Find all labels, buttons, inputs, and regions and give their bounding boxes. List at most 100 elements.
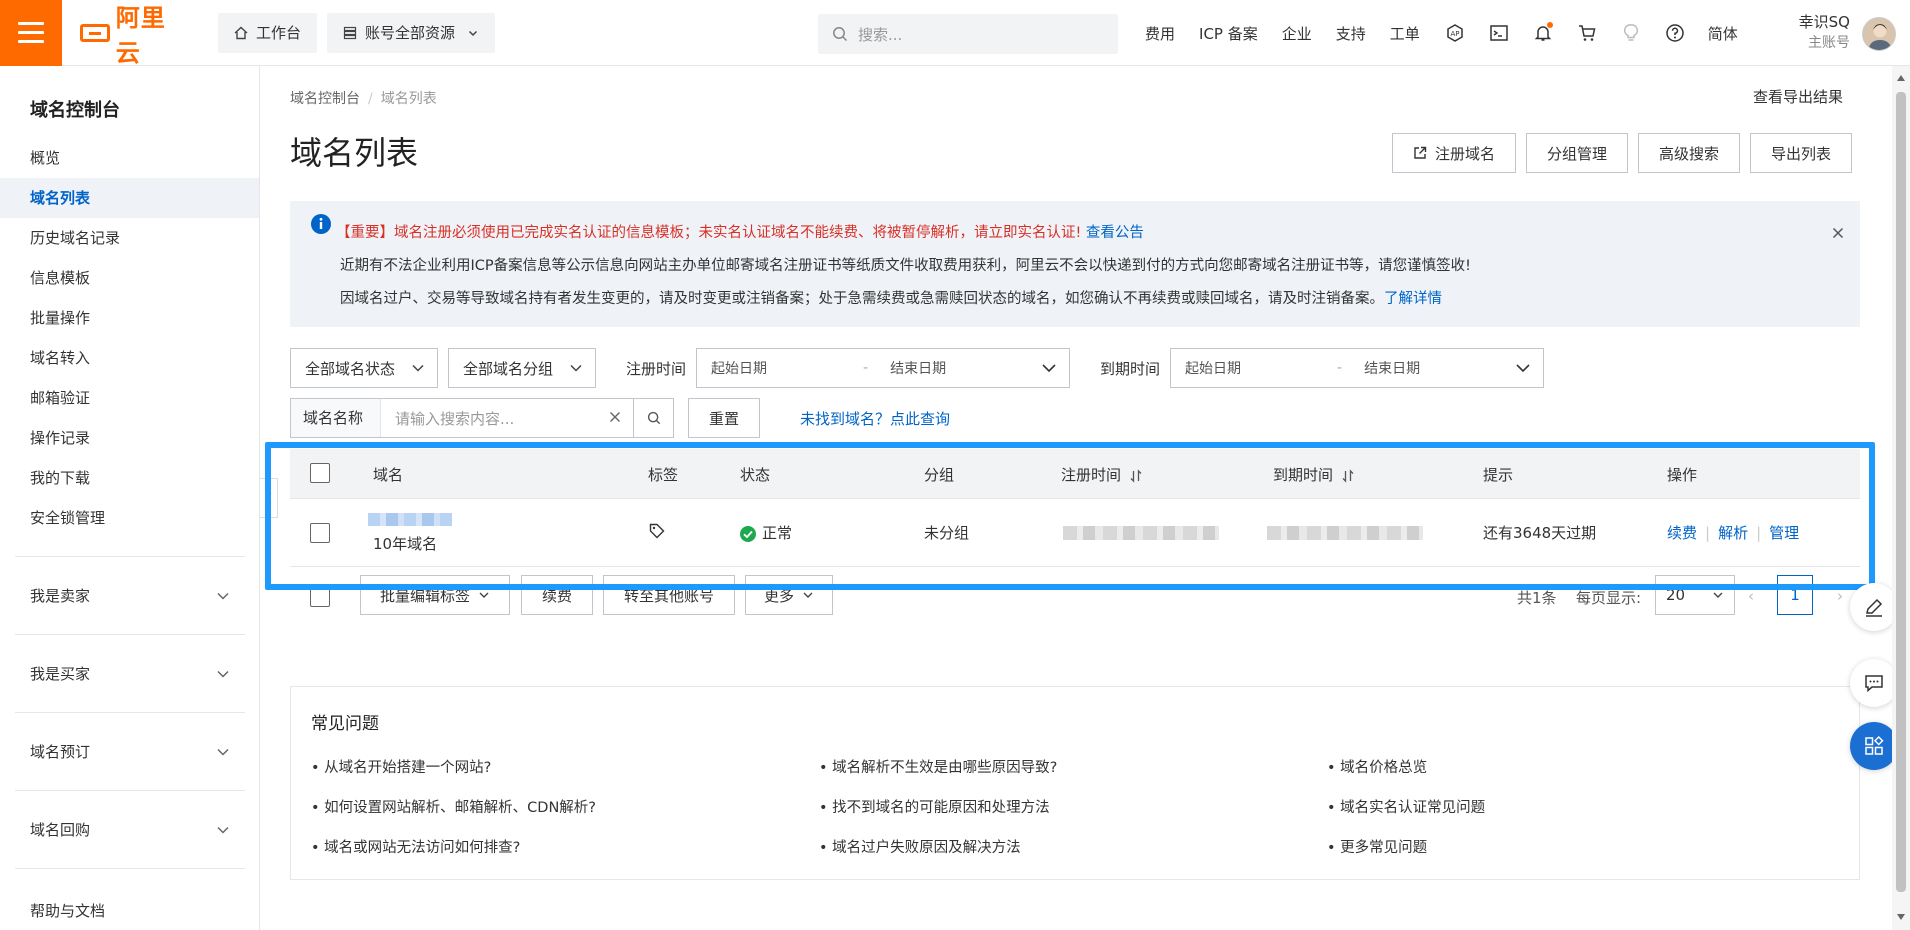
status-select[interactable]: 全部域名状态 bbox=[290, 348, 438, 388]
faq-item[interactable]: 域名解析不生效是由哪些原因导致? bbox=[819, 748, 1327, 788]
bulk-edit-tags-button[interactable]: 批量编辑标签 bbox=[360, 575, 510, 615]
chevron-down-icon bbox=[217, 670, 229, 678]
bulk-renew-button[interactable]: 续费 bbox=[521, 575, 593, 615]
sidebar-collapse-handle[interactable] bbox=[260, 478, 278, 518]
apps-grid-icon bbox=[1865, 735, 1884, 755]
ops-cell: 续费 | 解析 | 管理 bbox=[1667, 522, 1799, 543]
transfer-account-button[interactable]: 转至其他账号 bbox=[603, 575, 735, 615]
domain-search-button[interactable] bbox=[633, 399, 673, 437]
tag-icon[interactable] bbox=[648, 522, 666, 544]
export-list-button[interactable]: 导出列表 bbox=[1750, 133, 1853, 173]
learn-more-link[interactable]: 了解详情 bbox=[1384, 291, 1442, 307]
lightbulb-icon[interactable] bbox=[1620, 22, 1642, 44]
sidebar-group-reserve[interactable]: 域名预订 bbox=[15, 712, 245, 790]
chat-button[interactable] bbox=[1850, 659, 1898, 707]
help-docs-link[interactable]: 帮助与文档 bbox=[30, 900, 105, 921]
reg-start-date[interactable]: 起始日期 bbox=[711, 358, 767, 378]
domain-name-select[interactable]: 域名名称 bbox=[291, 399, 381, 437]
sidebar-group-buyer[interactable]: 我是买家 bbox=[15, 634, 245, 712]
export-result-link[interactable]: 查看导出结果 bbox=[1753, 86, 1843, 107]
workbench-button[interactable]: 工作台 bbox=[218, 12, 318, 53]
api-icon[interactable]: AP bbox=[1444, 22, 1466, 44]
cart-icon[interactable] bbox=[1576, 22, 1598, 44]
page-1-button[interactable]: 1 bbox=[1777, 575, 1813, 615]
global-search-input[interactable]: 搜索... bbox=[818, 14, 1118, 54]
reg-end-date[interactable]: 结束日期 bbox=[890, 358, 946, 378]
reset-button[interactable]: 重置 bbox=[688, 398, 760, 438]
domain-name-redacted[interactable] bbox=[368, 513, 452, 526]
sidebar-item-domain-list[interactable]: 域名列表 bbox=[0, 178, 259, 218]
bell-icon[interactable] bbox=[1532, 22, 1554, 44]
manage-link[interactable]: 管理 bbox=[1769, 524, 1799, 542]
faq-item[interactable]: 如何设置网站解析、邮箱解析、CDN解析? bbox=[311, 788, 819, 828]
bulk-select-checkbox[interactable] bbox=[310, 587, 330, 607]
edit-feedback-button[interactable] bbox=[1850, 583, 1898, 631]
dns-link[interactable]: 解析 bbox=[1718, 524, 1748, 542]
row-checkbox[interactable] bbox=[310, 523, 330, 543]
col-hint: 提示 bbox=[1483, 466, 1514, 484]
pencil-icon bbox=[1866, 598, 1883, 617]
scroll-thumb[interactable] bbox=[1896, 92, 1906, 892]
renew-link[interactable]: 续费 bbox=[1667, 524, 1697, 542]
faq-title: 常见问题 bbox=[311, 714, 379, 734]
sidebar-group-buyback[interactable]: 域名回购 bbox=[15, 790, 245, 868]
close-icon[interactable] bbox=[1832, 223, 1844, 244]
prev-page-icon[interactable]: ‹ bbox=[1748, 587, 1754, 605]
sidebar-item-history[interactable]: 历史域名记录 bbox=[0, 218, 259, 258]
next-page-icon[interactable]: › bbox=[1837, 587, 1843, 605]
sidebar-item-batch[interactable]: 批量操作 bbox=[0, 298, 259, 338]
view-announcement-link[interactable]: 查看公告 bbox=[1086, 225, 1144, 241]
aliyun-logo[interactable]: 阿里云 bbox=[80, 0, 190, 68]
sidebar-item-transfer-in[interactable]: 域名转入 bbox=[0, 338, 259, 378]
register-domain-button[interactable]: 注册域名 bbox=[1392, 133, 1517, 173]
select-all-checkbox[interactable] bbox=[310, 463, 330, 483]
sidebar-item-overview[interactable]: 概览 bbox=[0, 138, 259, 178]
terminal-icon[interactable] bbox=[1488, 22, 1510, 44]
top-link-ticket[interactable]: 工单 bbox=[1390, 23, 1420, 44]
exp-start-date[interactable]: 起始日期 bbox=[1185, 358, 1241, 378]
user-info[interactable]: 幸识SQ 主账号 bbox=[1770, 12, 1850, 54]
top-link-fees[interactable]: 费用 bbox=[1145, 23, 1175, 44]
clear-icon[interactable] bbox=[609, 411, 621, 423]
language-switch[interactable]: 简体 bbox=[1708, 23, 1738, 44]
breadcrumb-console[interactable]: 域名控制台 bbox=[290, 91, 360, 107]
help-icon[interactable] bbox=[1664, 22, 1686, 44]
domain-search-input[interactable]: 请输入搜索内容... bbox=[381, 408, 633, 429]
sidebar-item-security-lock[interactable]: 安全锁管理 bbox=[0, 498, 259, 538]
faq-item[interactable]: 域名价格总览 bbox=[1327, 748, 1835, 788]
per-page-label: 每页显示: bbox=[1576, 589, 1642, 607]
group-select[interactable]: 全部域名分组 bbox=[448, 348, 596, 388]
sidebar-item-downloads[interactable]: 我的下载 bbox=[0, 458, 259, 498]
top-link-icp[interactable]: ICP 备案 bbox=[1199, 23, 1258, 44]
exp-end-date[interactable]: 结束日期 bbox=[1364, 358, 1420, 378]
apps-button[interactable] bbox=[1850, 722, 1898, 770]
sidebar-item-email-verify[interactable]: 邮箱验证 bbox=[0, 378, 259, 418]
col-exp-time[interactable]: 到期时间 bbox=[1273, 464, 1355, 485]
group-manage-button[interactable]: 分组管理 bbox=[1526, 133, 1629, 173]
faq-item[interactable]: 域名或网站无法访问如何排查? bbox=[311, 828, 819, 868]
per-page-select[interactable]: 20 bbox=[1655, 575, 1735, 615]
top-link-support[interactable]: 支持 bbox=[1336, 23, 1366, 44]
reg-date-range[interactable]: 起始日期 - 结束日期 bbox=[696, 348, 1071, 388]
faq-item[interactable]: 域名实名认证常见问题 bbox=[1327, 788, 1835, 828]
faq-item[interactable]: 域名过户失败原因及解决方法 bbox=[819, 828, 1327, 868]
page-scrollbar[interactable] bbox=[1892, 66, 1910, 930]
faq-panel: 常见问题 从域名开始搭建一个网站? 域名解析不生效是由哪些原因导致? 域名价格总… bbox=[290, 686, 1860, 880]
col-reg-time[interactable]: 注册时间 bbox=[1061, 464, 1143, 485]
exp-date-range[interactable]: 起始日期 - 结束日期 bbox=[1170, 348, 1545, 388]
avatar[interactable] bbox=[1862, 17, 1896, 51]
faq-item[interactable]: 更多常见问题 bbox=[1327, 828, 1835, 868]
domain-not-found-link[interactable]: 未找到域名？点此查询 bbox=[800, 408, 950, 429]
hamburger-menu-button[interactable] bbox=[0, 0, 62, 66]
more-button[interactable]: 更多 bbox=[745, 575, 833, 615]
top-link-enterprise[interactable]: 企业 bbox=[1282, 23, 1312, 44]
faq-item[interactable]: 从域名开始搭建一个网站? bbox=[311, 748, 819, 788]
sidebar-item-templates[interactable]: 信息模板 bbox=[0, 258, 259, 298]
advanced-search-button[interactable]: 高级搜索 bbox=[1638, 133, 1741, 173]
scroll-down-arrow[interactable] bbox=[1897, 914, 1905, 920]
sidebar-group-seller[interactable]: 我是卖家 bbox=[15, 556, 245, 634]
faq-item[interactable]: 找不到域名的可能原因和处理方法 bbox=[819, 788, 1327, 828]
resources-dropdown[interactable]: 账号全部资源 bbox=[327, 12, 496, 53]
scroll-up-arrow[interactable] bbox=[1897, 75, 1905, 81]
sidebar-item-op-log[interactable]: 操作记录 bbox=[0, 418, 259, 458]
